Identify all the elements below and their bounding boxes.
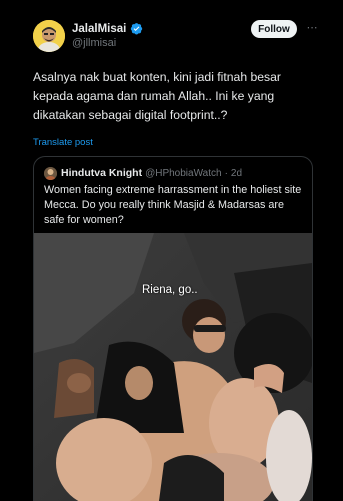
verified-badge-icon <box>130 22 143 35</box>
quoted-post-card[interactable]: Hindutva Knight @HPhobiaWatch · 2d Women… <box>33 156 313 501</box>
more-options-icon[interactable]: ⋯ <box>305 21 319 35</box>
quoted-author-avatar <box>44 167 57 180</box>
video-caption: Riena, go.. <box>142 284 198 296</box>
quoted-author-name: Hindutva Knight <box>61 167 143 179</box>
post-header: JalalMisai @jllmisai Follow ⋯ <box>0 0 343 62</box>
author-avatar[interactable] <box>33 20 65 52</box>
quoted-post-video[interactable]: Riena, go.. <box>34 233 312 501</box>
post-body-text: Asalnya nak buat konten, kini jadi fitna… <box>33 70 281 122</box>
author-handle[interactable]: @jllmisai <box>72 37 116 49</box>
quoted-post-age: 2d <box>230 167 243 179</box>
quoted-author-handle: @HPhobiaWatch <box>145 167 222 179</box>
follow-button[interactable]: Follow <box>251 20 297 38</box>
translate-post-link[interactable]: Translate post <box>33 137 93 148</box>
meta-separator: · <box>224 167 228 179</box>
author-display-name[interactable]: JalalMisai <box>72 23 126 35</box>
video-frame-illustration <box>34 233 312 501</box>
quoted-post-text: Women facing extreme harrassment in the … <box>44 184 302 226</box>
